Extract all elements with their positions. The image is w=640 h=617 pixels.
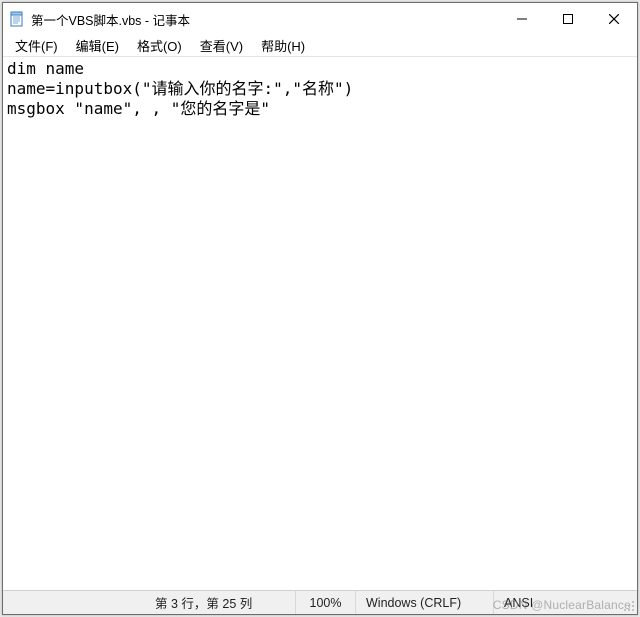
status-spacer (3, 591, 145, 614)
menu-format[interactable]: 格式(O) (129, 35, 190, 56)
minimize-icon (517, 14, 527, 24)
close-button[interactable] (591, 3, 637, 35)
menu-help[interactable]: 帮助(H) (253, 35, 313, 56)
notepad-window: 第一个VBS脚本.vbs - 记事本 文件(F) 编辑(E) (2, 2, 638, 615)
menu-file[interactable]: 文件(F) (7, 35, 66, 56)
status-line-col: 第 3 行，第 25 列 (145, 591, 295, 614)
maximize-button[interactable] (545, 3, 591, 35)
close-icon (609, 14, 619, 24)
minimize-button[interactable] (499, 3, 545, 35)
window-title: 第一个VBS脚本.vbs - 记事本 (31, 10, 499, 29)
menubar: 文件(F) 编辑(E) 格式(O) 查看(V) 帮助(H) (3, 35, 637, 57)
status-eol: Windows (CRLF) (355, 591, 493, 614)
status-zoom: 100% (295, 591, 355, 614)
menu-edit[interactable]: 编辑(E) (68, 35, 127, 56)
editor-area[interactable]: dim name name=inputbox("请输入你的名字:","名称") … (3, 57, 637, 590)
statusbar: 第 3 行，第 25 列 100% Windows (CRLF) ANSI CS… (3, 590, 637, 614)
titlebar: 第一个VBS脚本.vbs - 记事本 (3, 3, 637, 35)
window-controls (499, 3, 637, 35)
notepad-app-icon (9, 11, 25, 27)
menu-view[interactable]: 查看(V) (192, 35, 251, 56)
editor-content[interactable]: dim name name=inputbox("请输入你的名字:","名称") … (3, 57, 637, 590)
resize-grip-icon (622, 599, 636, 613)
maximize-icon (563, 14, 573, 24)
status-encoding: ANSI (493, 591, 563, 614)
